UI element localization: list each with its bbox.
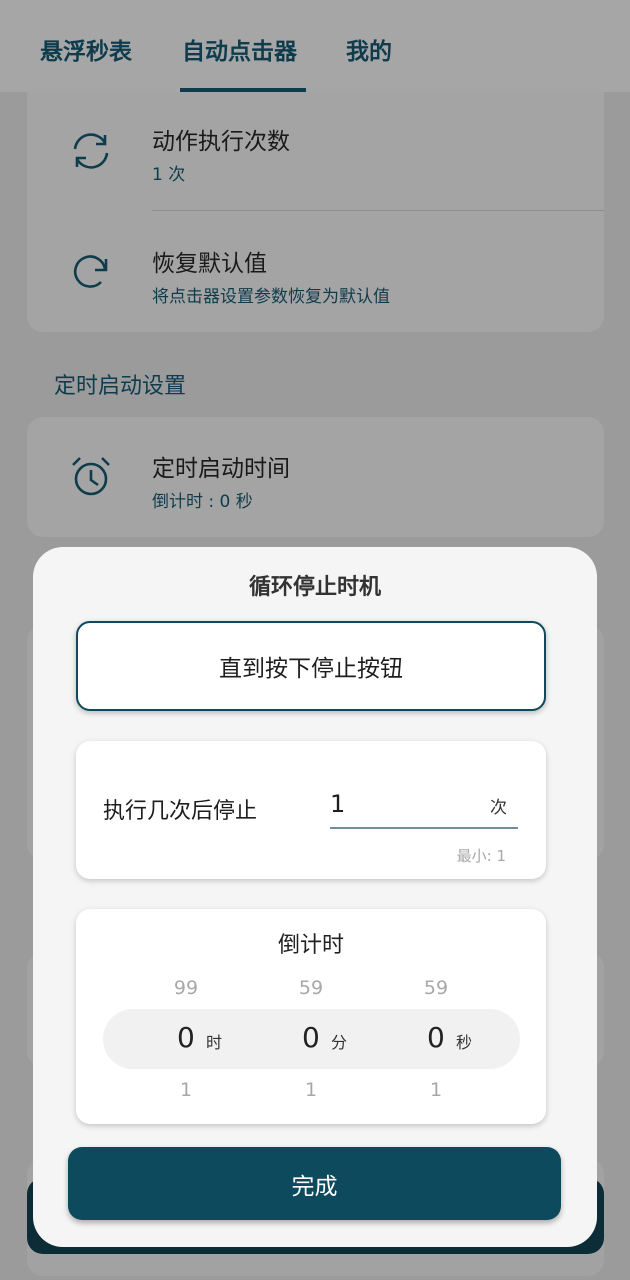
- seconds-next-value: 1: [429, 1079, 443, 1101]
- minutes-value: 0: [302, 1021, 320, 1054]
- until-stop-button-option[interactable]: 直到按下停止按钮: [76, 621, 546, 711]
- seconds-prev-value: 59: [423, 977, 449, 999]
- top-tab-bar: 悬浮秒表 自动点击器 我的: [0, 0, 630, 92]
- hours-prev-value: 99: [173, 977, 199, 999]
- timer-section-title: 定时启动设置: [54, 374, 187, 399]
- seconds-value: 0: [427, 1021, 445, 1054]
- hours-next-value: 1: [179, 1079, 193, 1101]
- dialog-title: 循环停止时机: [248, 575, 381, 600]
- row-divider: [152, 210, 604, 211]
- repeat-count-value: 1 次: [152, 165, 186, 185]
- reset-defaults-title: 恢复默认值: [152, 251, 267, 277]
- done-button[interactable]: 完成: [68, 1147, 561, 1220]
- tab-auto-clicker[interactable]: 自动点击器: [182, 32, 297, 66]
- tab-mine[interactable]: 我的: [346, 32, 392, 66]
- minutes-unit: 分: [331, 1033, 348, 1052]
- loop-stop-dialog: 循环停止时机 直到按下停止按钮 执行几次后停止 次 最小: 1 倒计时 99 0…: [33, 547, 597, 1247]
- countdown-title: 倒计时: [277, 933, 344, 958]
- hours-value: 0: [177, 1021, 195, 1054]
- sync-icon: [73, 133, 109, 169]
- timed-start-value: 倒计时 : 0 秒: [152, 492, 253, 512]
- timed-start-title: 定时启动时间: [152, 456, 290, 482]
- count-unit-label: 次: [490, 798, 507, 818]
- settings-card-timer: 定时启动时间 倒计时 : 0 秒: [27, 417, 604, 537]
- seconds-unit: 秒: [456, 1033, 473, 1052]
- redo-icon: [73, 255, 108, 288]
- settings-card-actions: 动作执行次数 1 次 恢复默认值 将点击器设置参数恢复为默认值: [27, 92, 604, 332]
- stop-after-count-label: 执行几次后停止: [103, 799, 258, 824]
- countdown-box: 倒计时 99 0 时 1 59 0 分 1 59 0 秒 1: [76, 909, 546, 1124]
- minutes-prev-value: 59: [298, 977, 324, 999]
- reset-defaults-subtitle: 将点击器设置参数恢复为默认值: [152, 287, 390, 307]
- hours-unit: 时: [206, 1033, 223, 1052]
- count-min-hint: 最小: 1: [456, 847, 506, 865]
- stop-after-count-box: 执行几次后停止 次 最小: 1: [76, 741, 546, 879]
- alarm-clock-icon: [72, 457, 110, 496]
- minutes-next-value: 1: [304, 1079, 318, 1101]
- tab-floating-stopwatch[interactable]: 悬浮秒表: [40, 32, 132, 66]
- repeat-count-title: 动作执行次数: [152, 129, 290, 155]
